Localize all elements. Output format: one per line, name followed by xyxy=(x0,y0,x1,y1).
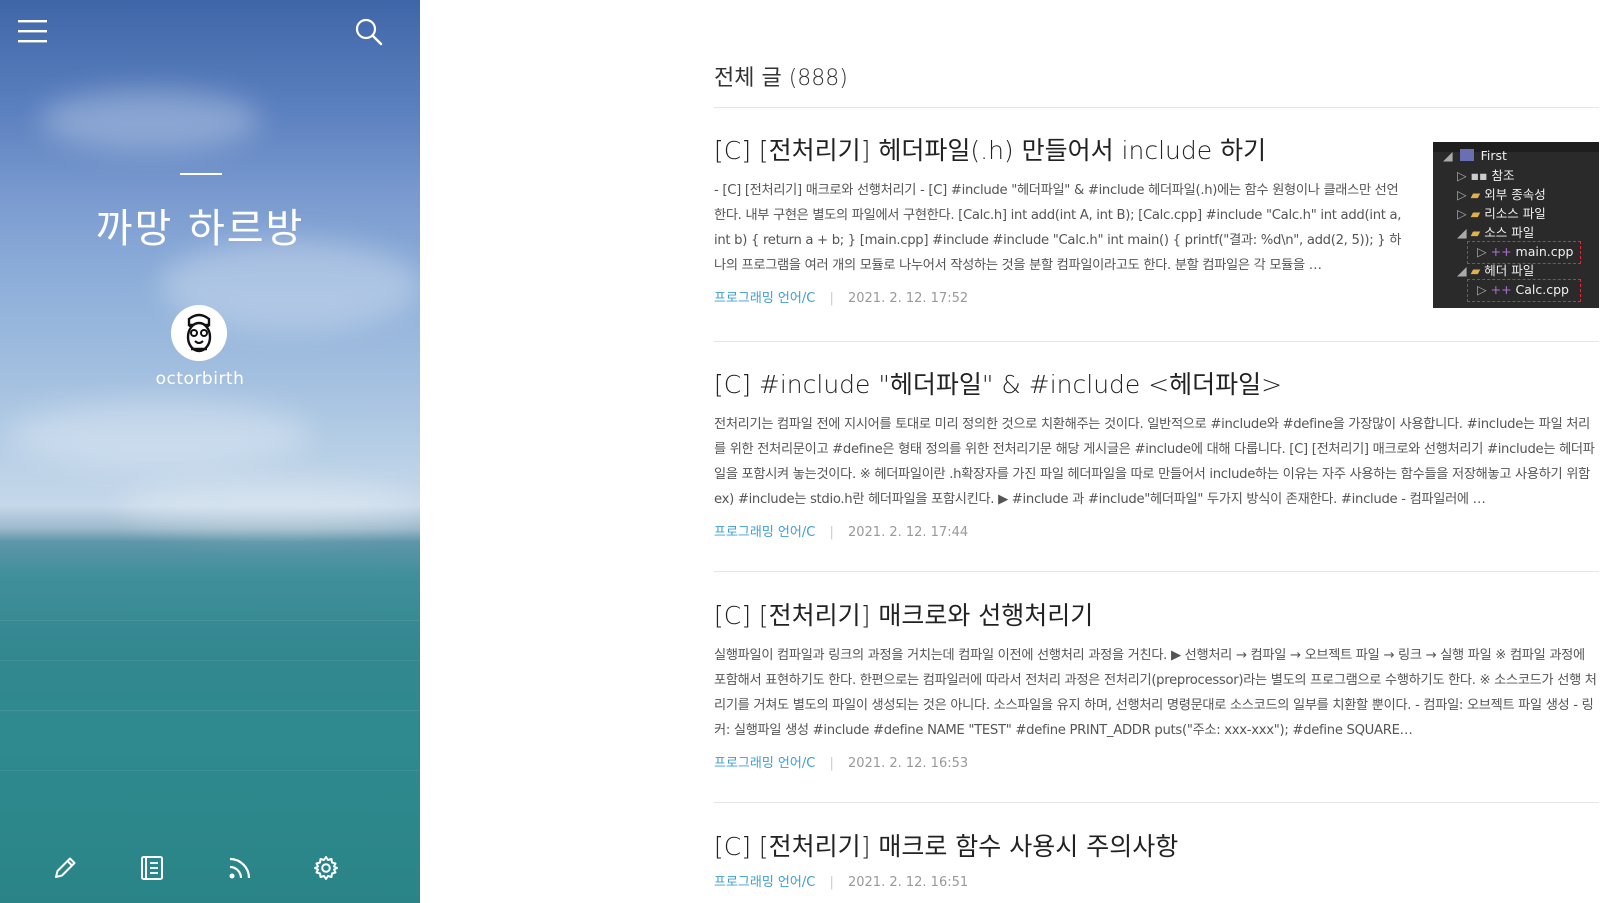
post-title[interactable]: [C] #include "헤더파일" & #include <헤더파일> xyxy=(714,368,1599,402)
tree-item: 외부 종속성 xyxy=(1484,187,1546,202)
tree-item: 소스 파일 xyxy=(1484,225,1535,240)
post-item[interactable]: [C] [전처리기] 헤더파일(.h) 만들어서 include 하기 - [C… xyxy=(714,134,1599,308)
post-item[interactable]: [C] #include "헤더파일" & #include <헤더파일> 전처… xyxy=(714,368,1599,542)
meta-separator: | xyxy=(829,291,834,306)
tree-item: 리소스 파일 xyxy=(1484,206,1546,221)
tree-item: 참조 xyxy=(1491,168,1515,183)
search-icon[interactable] xyxy=(355,18,383,46)
post-date: 2021. 2. 12. 17:52 xyxy=(847,291,969,306)
gear-icon[interactable] xyxy=(313,855,339,881)
divider xyxy=(714,802,1599,803)
sidebar: 까망 하르방 octorbirth xyxy=(0,0,420,903)
post-category-link[interactable]: 프로그래밍 언어/C xyxy=(714,291,815,306)
post-thumbnail[interactable]: ◢ First ▷ ▪▪ 참조 ▷ ▰ 외부 종속성 ▷ ▰ 리소스 파일 ◢ … xyxy=(1433,142,1599,308)
tree-item: main.cpp xyxy=(1515,244,1574,259)
tree-item: Calc.cpp xyxy=(1515,282,1569,297)
post-item[interactable]: [C] [전처리기] 매크로 함수 사용시 주의사항 프로그래밍 언어/C | … xyxy=(714,830,1599,892)
meta-separator: | xyxy=(829,756,834,771)
notebook-icon[interactable] xyxy=(140,855,164,881)
edit-icon[interactable] xyxy=(52,855,78,881)
post-category-link[interactable]: 프로그래밍 언어/C xyxy=(714,875,815,890)
divider xyxy=(714,341,1599,342)
post-category-link[interactable]: 프로그래밍 언어/C xyxy=(714,525,815,540)
category-title: 전체 글 (888) xyxy=(714,66,848,91)
post-date: 2021. 2. 12. 16:51 xyxy=(847,875,969,890)
divider xyxy=(714,571,1599,572)
sky-cloud xyxy=(120,480,420,530)
post-title[interactable]: [C] [전처리기] 매크로 함수 사용시 주의사항 xyxy=(714,830,1599,864)
meta-separator: | xyxy=(829,525,834,540)
post-excerpt[interactable]: 전처리기는 컴파일 전에 지시어를 토대로 미리 정의한 것으로 치환해주는 것… xyxy=(714,412,1599,512)
username: octorbirth xyxy=(155,369,245,389)
post-date: 2021. 2. 12. 16:53 xyxy=(847,756,969,771)
post-meta: 프로그래밍 언어/C | 2021. 2. 12. 16:51 xyxy=(714,874,1599,892)
avatar[interactable] xyxy=(171,305,227,361)
post-item[interactable]: [C] [전처리기] 매크로와 선행처리기 실행파일이 컴파일과 링크의 과정을… xyxy=(714,599,1599,773)
meta-separator: | xyxy=(829,875,834,890)
rss-icon[interactable] xyxy=(227,855,253,881)
tree-item: First xyxy=(1480,148,1507,163)
tree-item: 헤더 파일 xyxy=(1484,263,1535,278)
post-meta: 프로그래밍 언어/C | 2021. 2. 12. 17:44 xyxy=(714,524,1599,542)
blog-title[interactable]: 까망 하르방 xyxy=(0,196,400,254)
title-decoration xyxy=(180,173,222,175)
post-title[interactable]: [C] [전처리기] 매크로와 선행처리기 xyxy=(714,599,1599,633)
sky-cloud xyxy=(40,90,260,150)
post-excerpt[interactable]: 실행파일이 컴파일과 링크의 과정을 거치는데 컴파일 이전에 선행처리 과정을… xyxy=(714,643,1599,743)
post-excerpt[interactable]: - [C] [전처리기] 매크로와 선행처리기 - [C] #include "… xyxy=(714,178,1404,278)
sky-cloud xyxy=(10,400,310,470)
post-category-link[interactable]: 프로그래밍 언어/C xyxy=(714,756,815,771)
post-date: 2021. 2. 12. 17:44 xyxy=(847,525,969,540)
divider xyxy=(714,107,1599,108)
post-meta: 프로그래밍 언어/C | 2021. 2. 12. 16:53 xyxy=(714,755,1599,773)
menu-icon[interactable] xyxy=(18,18,48,44)
